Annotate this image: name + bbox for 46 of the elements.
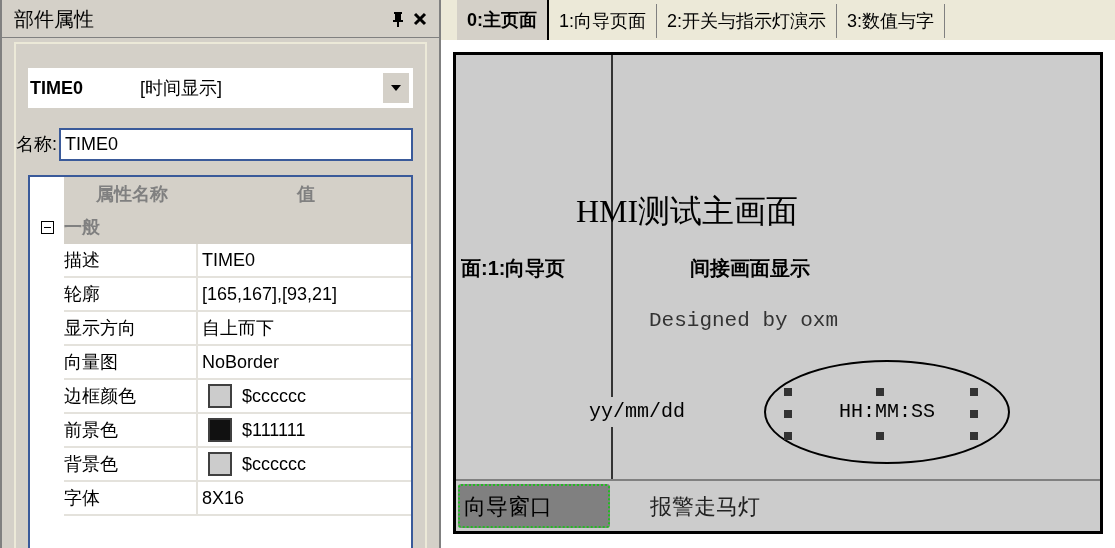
property-name: 字体 — [64, 482, 198, 516]
date-display: yy/mm/dd — [587, 397, 687, 427]
property-name: 边框颜色 — [64, 380, 198, 414]
collapse-icon[interactable] — [40, 221, 54, 234]
column-header: 值 — [295, 182, 316, 206]
selection-handle[interactable] — [784, 410, 792, 418]
credit-text: Designed by oxm — [649, 308, 839, 334]
page-tab[interactable]: 3:数值与字 — [837, 4, 946, 38]
property-name: 轮廓 — [64, 278, 198, 312]
property-name: 向量图 — [64, 346, 198, 380]
property-value: 自上而下 — [202, 316, 274, 340]
component-id: TIME0 — [30, 76, 84, 100]
selection-handle[interactable] — [970, 388, 978, 396]
page-tab[interactable]: 0:主页面 — [457, 0, 549, 40]
selection-handle[interactable] — [784, 432, 792, 440]
time-display[interactable]: HH:MM:SS — [764, 360, 1010, 464]
property-value: $111111 — [242, 418, 306, 442]
property-name: 背景色 — [64, 448, 198, 482]
property-name: 前景色 — [64, 414, 198, 448]
property-name: 描述 — [64, 244, 198, 278]
property-value: NoBorder — [202, 350, 280, 374]
property-value: [165,167],[93,21] — [202, 282, 338, 306]
property-value: TIME0 — [202, 248, 255, 272]
component-dropdown[interactable]: TIME0 [时间显示] — [28, 68, 413, 108]
panel-title: 部件属性 — [14, 6, 95, 32]
close-icon[interactable] — [413, 11, 427, 26]
name-label: 名称: — [16, 133, 57, 156]
page-tab[interactable]: 1:向导页面 — [549, 4, 658, 38]
screen-button[interactable]: 报警走马灯 — [610, 484, 800, 528]
time-text: HH:MM:SS — [839, 399, 935, 425]
column-header: 属性名称 — [95, 182, 169, 206]
property-value: $cccccc — [242, 384, 306, 408]
screen-button[interactable]: 向导窗口 — [458, 484, 610, 528]
pin-icon[interactable] — [391, 10, 405, 27]
component-type: [时间显示] — [140, 76, 223, 100]
name-input[interactable]: TIME0 — [59, 128, 413, 161]
selection-handle[interactable] — [970, 432, 978, 440]
selection-handle[interactable] — [784, 388, 792, 396]
selection-handle[interactable] — [876, 432, 884, 440]
property-name: 显示方向 — [64, 312, 198, 346]
selection-handle[interactable] — [970, 410, 978, 418]
indirect-caption: 间接画面显示 — [690, 256, 810, 281]
property-value: $cccccc — [242, 452, 306, 476]
property-value: 8X16 — [202, 486, 245, 510]
page-tab[interactable]: 2:开关与指示灯演示 — [657, 4, 838, 38]
selection-handle[interactable] — [876, 388, 884, 396]
